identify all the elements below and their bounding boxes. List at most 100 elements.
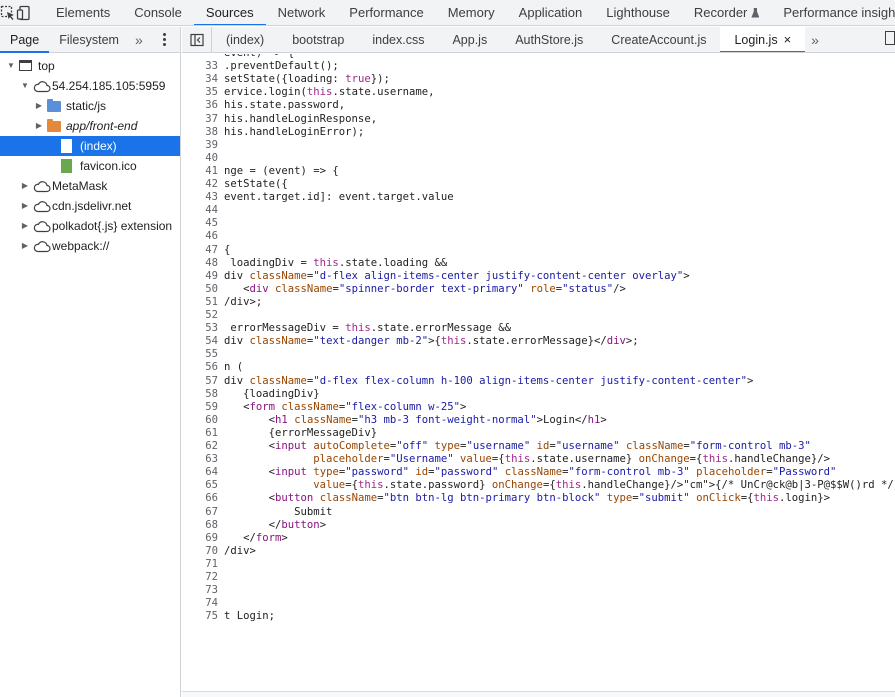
line-number[interactable]: 61 xyxy=(182,427,218,440)
collapsed-arrow-icon[interactable]: ▶ xyxy=(20,196,30,216)
line-number[interactable]: 60 xyxy=(182,414,218,427)
line-number[interactable]: 50 xyxy=(182,283,218,296)
file-tab-index[interactable]: (index) xyxy=(212,27,278,52)
tab-lighthouse[interactable]: Lighthouse xyxy=(594,0,682,25)
collapsed-arrow-icon[interactable]: ▶ xyxy=(20,176,30,196)
close-tab-icon[interactable]: × xyxy=(784,32,792,47)
line-number[interactable]: 45 xyxy=(182,217,218,230)
tree-item-webpack[interactable]: ▶ webpack:// xyxy=(0,236,180,256)
line-number[interactable]: 71 xyxy=(182,558,218,571)
tree-item-top[interactable]: ▼ top xyxy=(0,56,180,76)
line-number[interactable]: 75 xyxy=(182,610,218,623)
line-number[interactable]: 58 xyxy=(182,388,218,401)
tab-filesystem[interactable]: Filesystem xyxy=(49,27,129,53)
more-options-icon[interactable] xyxy=(162,33,167,46)
file-tree: ▼ top ▼ 54.254.185.105:5959 ▶ static/js ▶ app/f… xyxy=(0,56,180,256)
toggle-debugger-icon[interactable] xyxy=(885,31,895,45)
code-line: 63 placeholder="Username" value={this.st… xyxy=(182,453,895,466)
line-number[interactable]: 57 xyxy=(182,375,218,388)
tab-memory[interactable]: Memory xyxy=(436,0,507,25)
expanded-arrow-icon[interactable]: ▼ xyxy=(20,76,30,96)
code-line: 51/div>; xyxy=(182,296,895,309)
expanded-arrow-icon[interactable]: ▼ xyxy=(6,56,16,76)
line-number[interactable]: 44 xyxy=(182,204,218,217)
line-number[interactable]: 36 xyxy=(182,99,218,112)
line-number[interactable]: 63 xyxy=(182,453,218,466)
line-number[interactable]: 70 xyxy=(182,545,218,558)
tab-elements[interactable]: Elements xyxy=(44,0,122,25)
code-view[interactable]: event) => {33 .preventDefault(); 34 setStat… xyxy=(182,54,895,690)
line-number[interactable]: 62 xyxy=(182,440,218,453)
tab-label: Console xyxy=(134,4,182,20)
editor-tabs: (index) bootstrap index.css App.js AuthStore… xyxy=(182,27,895,53)
line-number[interactable]: 72 xyxy=(182,571,218,584)
file-tab-login-js[interactable]: Login.js × xyxy=(720,27,806,52)
code-line: 56 n ( xyxy=(182,361,895,374)
line-number[interactable]: 55 xyxy=(182,348,218,361)
line-number[interactable]: 42 xyxy=(182,178,218,191)
line-number[interactable]: 73 xyxy=(182,584,218,597)
tree-item-static-js[interactable]: ▶ static/js xyxy=(0,96,180,116)
tree-item-54-254-185-105-5959[interactable]: ▼ 54.254.185.105:5959 xyxy=(0,76,180,96)
collapsed-arrow-icon[interactable]: ▶ xyxy=(34,96,44,116)
line-number[interactable]: 66 xyxy=(182,492,218,505)
line-number[interactable]: 64 xyxy=(182,466,218,479)
line-number[interactable]: 33 xyxy=(182,60,218,73)
line-number[interactable]: 56 xyxy=(182,361,218,374)
line-number[interactable]: 48 xyxy=(182,257,218,270)
toggle-navigator-icon[interactable] xyxy=(182,27,212,52)
document-icon xyxy=(61,139,72,153)
collapsed-arrow-icon[interactable]: ▶ xyxy=(20,236,30,256)
collapsed-arrow-icon[interactable]: ▶ xyxy=(20,216,30,236)
code-line: 60 <h1 className="h3 mb-3 font-weight-no… xyxy=(182,414,895,427)
tree-item-polkadot-js-extension[interactable]: ▶ polkadot{.js} extension xyxy=(0,216,180,236)
line-number[interactable]: 39 xyxy=(182,139,218,152)
line-number[interactable]: 67 xyxy=(182,506,218,519)
file-tab-index-css[interactable]: index.css xyxy=(358,27,438,52)
file-tab-app-js[interactable]: App.js xyxy=(438,27,501,52)
tab-performance[interactable]: Performance xyxy=(337,0,435,25)
device-toolbar-icon[interactable] xyxy=(16,0,32,25)
line-number[interactable]: 46 xyxy=(182,230,218,243)
line-number[interactable]: 40 xyxy=(182,152,218,165)
tree-item-favicon-ico[interactable]: favicon.ico xyxy=(0,156,180,176)
source-editor: (index) bootstrap index.css App.js AuthStore… xyxy=(182,27,895,697)
line-number[interactable]: 43 xyxy=(182,191,218,204)
line-number[interactable]: 49 xyxy=(182,270,218,283)
tab-performance-insights[interactable]: Performance insights xyxy=(771,0,895,25)
tree-item-metamask[interactable]: ▶ MetaMask xyxy=(0,176,180,196)
tab-network[interactable]: Network xyxy=(266,0,338,25)
line-number[interactable]: 37 xyxy=(182,113,218,126)
line-number[interactable]: 34 xyxy=(182,73,218,86)
tree-item-app-front-end[interactable]: ▶ app/front-end xyxy=(0,116,180,136)
code-line: 75 t Login; xyxy=(182,610,895,623)
code-line: 53 errorMessageDiv = this.state.errorMes… xyxy=(182,322,895,335)
line-number[interactable]: 69 xyxy=(182,532,218,545)
more-files-chevron-icon[interactable]: » xyxy=(805,32,825,48)
line-number[interactable]: 38 xyxy=(182,126,218,139)
line-number[interactable]: 41 xyxy=(182,165,218,178)
tree-item-index[interactable]: (index) xyxy=(0,136,180,156)
tab-sources[interactable]: Sources xyxy=(193,0,266,25)
line-number[interactable]: 35 xyxy=(182,86,218,99)
tab-recorder[interactable]: Recorder xyxy=(682,0,771,25)
line-number[interactable]: 65 xyxy=(182,479,218,492)
tab-console[interactable]: Console xyxy=(122,0,194,25)
inspect-element-icon[interactable] xyxy=(0,0,16,25)
file-tab-authstore-js[interactable]: AuthStore.js xyxy=(501,27,597,52)
line-number[interactable]: 68 xyxy=(182,519,218,532)
line-number[interactable]: 47 xyxy=(182,244,218,257)
more-tabs-chevron-icon[interactable]: » xyxy=(135,32,149,48)
line-number[interactable]: 52 xyxy=(182,309,218,322)
file-tab-bootstrap[interactable]: bootstrap xyxy=(278,27,358,52)
tree-item-cdn-jsdelivr-net[interactable]: ▶ cdn.jsdelivr.net xyxy=(0,196,180,216)
line-number[interactable]: 74 xyxy=(182,597,218,610)
collapsed-arrow-icon[interactable]: ▶ xyxy=(34,116,44,136)
line-number[interactable]: 53 xyxy=(182,322,218,335)
file-tab-createaccount-js[interactable]: CreateAccount.js xyxy=(597,27,720,52)
tab-application[interactable]: Application xyxy=(507,0,595,25)
line-number[interactable]: 59 xyxy=(182,401,218,414)
line-number[interactable]: 51 xyxy=(182,296,218,309)
tab-page[interactable]: Page xyxy=(0,27,50,53)
line-number[interactable]: 54 xyxy=(182,335,218,348)
